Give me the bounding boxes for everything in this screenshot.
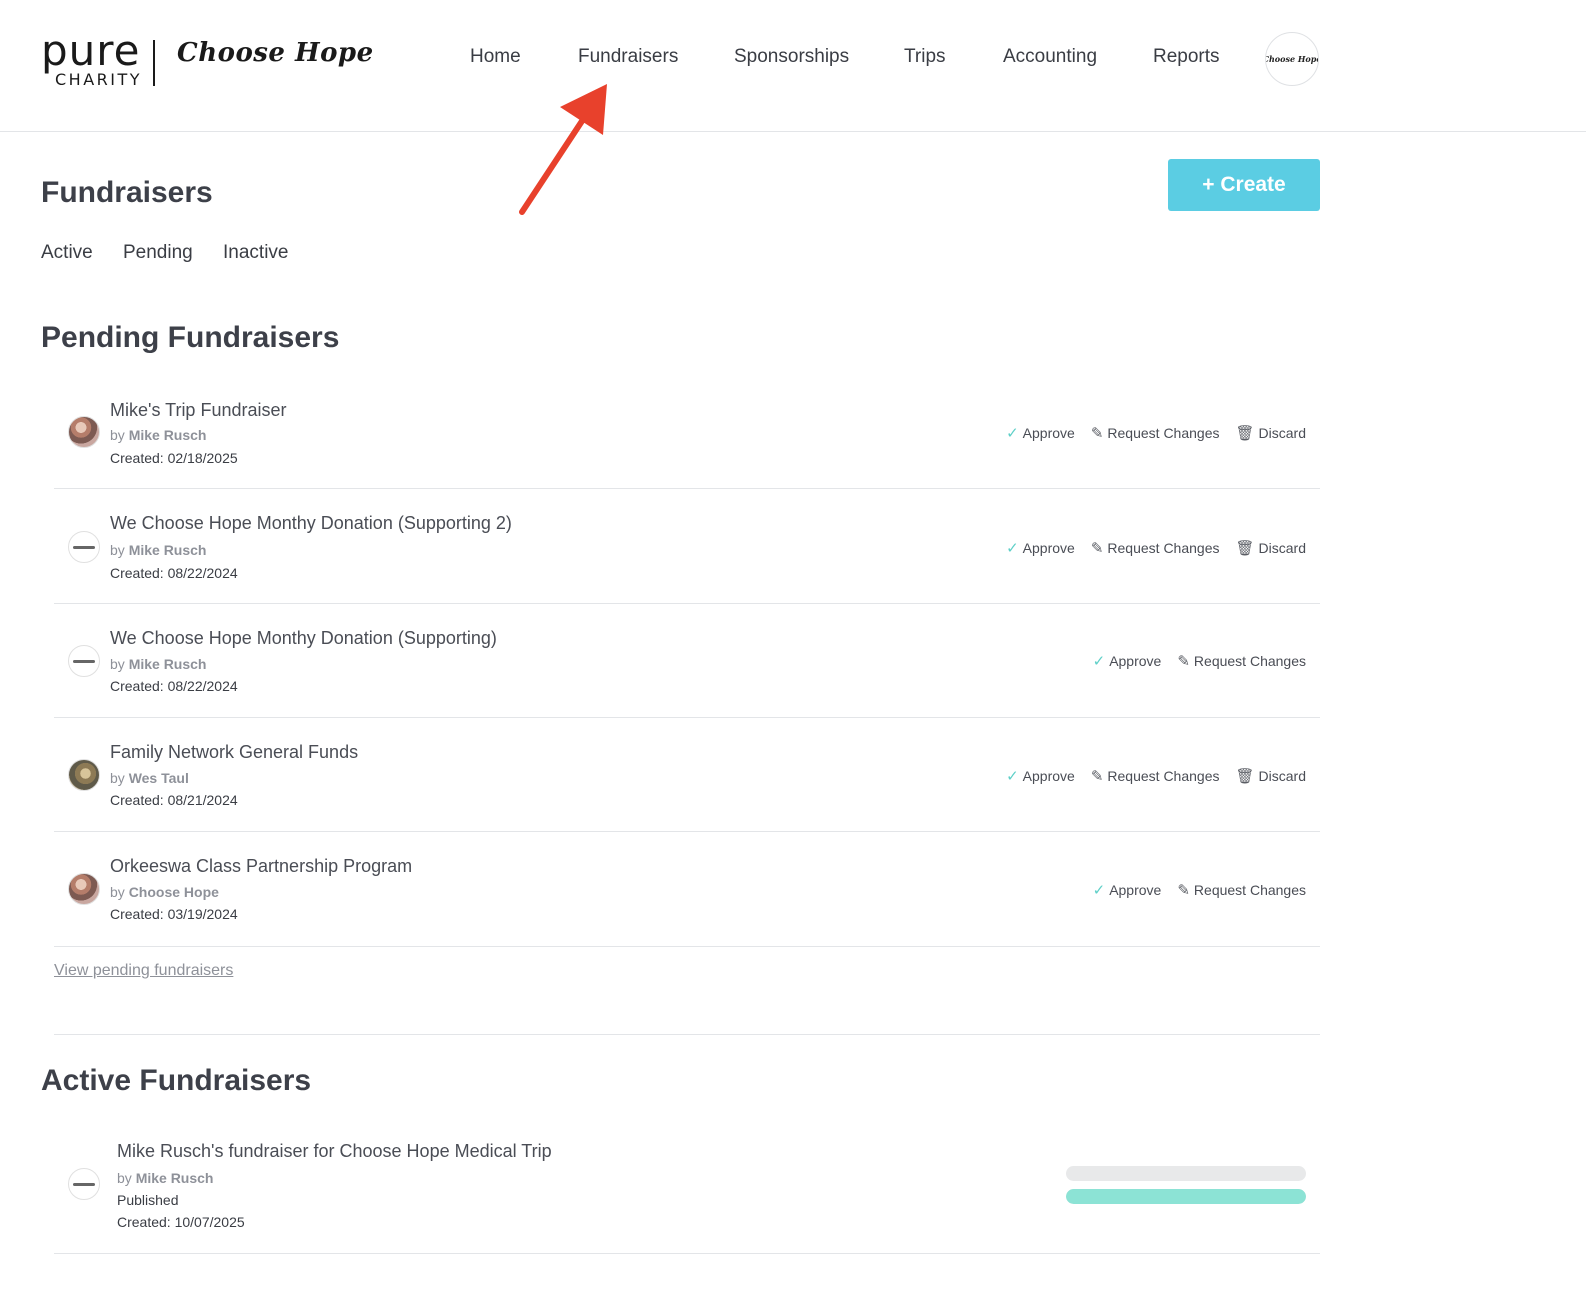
fundraiser-avatar: [68, 873, 100, 905]
logo-mark-icon: [73, 659, 95, 663]
fundraiser-author: by Mike Rusch: [110, 542, 207, 558]
pencil-icon: ✎: [1177, 881, 1190, 899]
check-icon: ✓: [1006, 767, 1019, 785]
pure-charity-logo[interactable]: pure CHARITY: [41, 28, 141, 92]
choose-hope-logo[interactable]: Choose Hope: [177, 38, 374, 68]
create-button[interactable]: + Create: [1168, 159, 1320, 211]
org-avatar[interactable]: Choose Hope: [1265, 32, 1319, 86]
fundraiser-avatar: [68, 1168, 100, 1200]
fundraiser-title[interactable]: Orkeeswa Class Partnership Program: [110, 856, 412, 877]
fundraiser-avatar: [68, 531, 100, 563]
nav-accounting[interactable]: Accounting: [1003, 46, 1097, 68]
nav-reports[interactable]: Reports: [1153, 46, 1220, 68]
active-section-title: Active Fundraisers: [41, 1064, 312, 1097]
top-header: pure CHARITY Choose Hope Home Fundraiser…: [0, 0, 1586, 132]
fundraiser-avatar: [68, 759, 100, 791]
org-avatar-text: Choose Hope: [1265, 54, 1319, 64]
pending-row: Family Network General Funds by Wes Taul…: [54, 718, 1320, 832]
fundraiser-author: by Wes Taul: [110, 770, 189, 786]
logo-pure-text: pure: [41, 26, 141, 75]
pending-row: We Choose Hope Monthy Donation (Supporti…: [54, 604, 1320, 718]
row-actions: ✓ Approve ✎ Request Changes: [1093, 651, 1306, 671]
request-changes-button[interactable]: ✎ Request Changes: [1177, 882, 1306, 898]
check-icon: ✓: [1092, 881, 1106, 899]
row-actions: ✓ Approve ✎ Request Changes 🗑 Discard: [1006, 423, 1306, 443]
fundraiser-avatar: [68, 416, 100, 448]
trash-icon: 🗑: [1235, 767, 1255, 785]
page-title: Fundraisers: [41, 176, 213, 209]
section-divider: [54, 1034, 1320, 1035]
pending-section-title: Pending Fundraisers: [41, 321, 340, 354]
approve-button[interactable]: ✓ Approve: [1006, 540, 1075, 556]
discard-button[interactable]: 🗑 Discard: [1235, 425, 1306, 441]
fundraiser-created: Created: 03/19/2024: [110, 906, 238, 922]
approve-button[interactable]: ✓ Approve: [1093, 653, 1162, 669]
fundraiser-author: by Mike Rusch: [110, 427, 207, 443]
logo-mark-icon: [73, 545, 95, 549]
fundraiser-author: by Mike Rusch: [117, 1170, 214, 1186]
fundraiser-title[interactable]: We Choose Hope Monthy Donation (Supporti…: [110, 628, 497, 649]
trash-icon: 🗑: [1235, 539, 1255, 557]
nav-fundraisers[interactable]: Fundraisers: [578, 46, 678, 68]
view-pending-link[interactable]: View pending fundraisers: [54, 962, 233, 980]
discard-button[interactable]: 🗑 Discard: [1235, 540, 1306, 556]
request-changes-button[interactable]: ✎ Request Changes: [1177, 653, 1306, 669]
fundraiser-created: Created: 08/22/2024: [110, 678, 238, 694]
row-actions: ✓ Approve ✎ Request Changes 🗑 Discard: [1006, 766, 1306, 786]
request-changes-button[interactable]: ✎ Request Changes: [1091, 540, 1220, 556]
check-icon: ✓: [1006, 424, 1019, 442]
pencil-icon: ✎: [1177, 652, 1190, 670]
active-row: Mike Rusch's fundraiser for Choose Hope …: [54, 1126, 1320, 1254]
fundraiser-title[interactable]: Mike's Trip Fundraiser: [110, 400, 286, 421]
approve-button[interactable]: ✓ Approve: [1006, 768, 1075, 784]
check-icon: ✓: [1006, 539, 1019, 557]
pencil-icon: ✎: [1090, 539, 1104, 557]
nav-trips[interactable]: Trips: [904, 46, 946, 68]
logo-divider: [153, 40, 155, 86]
nav-sponsorships[interactable]: Sponsorships: [734, 46, 849, 68]
tab-active[interactable]: Active: [41, 242, 93, 264]
progress-bar: [1066, 1189, 1306, 1204]
trash-icon: 🗑: [1235, 424, 1255, 442]
check-icon: ✓: [1092, 652, 1106, 670]
fundraiser-created: Created: 10/07/2025: [117, 1214, 245, 1230]
fundraiser-title[interactable]: Family Network General Funds: [110, 742, 358, 763]
fundraiser-avatar: [68, 645, 100, 677]
nav-home[interactable]: Home: [470, 46, 521, 68]
fundraiser-status: Published: [117, 1192, 179, 1208]
fundraiser-author: by Choose Hope: [110, 884, 219, 900]
pencil-icon: ✎: [1090, 424, 1104, 442]
progress-bar-fill: [1066, 1189, 1306, 1204]
fundraiser-created: Created: 08/21/2024: [110, 792, 238, 808]
logo-mark-icon: [73, 1182, 95, 1186]
fundraiser-created: Created: 08/22/2024: [110, 565, 238, 581]
progress-track-top: [1066, 1166, 1306, 1181]
pencil-icon: ✎: [1090, 767, 1104, 785]
tab-pending[interactable]: Pending: [123, 242, 193, 264]
tab-inactive[interactable]: Inactive: [223, 242, 288, 264]
fundraiser-author: by Mike Rusch: [110, 656, 207, 672]
approve-button[interactable]: ✓ Approve: [1006, 425, 1075, 441]
pending-row: Mike's Trip Fundraiser by Mike Rusch Cre…: [54, 380, 1320, 489]
row-actions: ✓ Approve ✎ Request Changes: [1093, 880, 1306, 900]
pending-row: Orkeeswa Class Partnership Program by Ch…: [54, 832, 1320, 947]
approve-button[interactable]: ✓ Approve: [1093, 882, 1162, 898]
discard-button[interactable]: 🗑 Discard: [1235, 768, 1306, 784]
logo-charity-text: CHARITY: [55, 70, 143, 89]
request-changes-button[interactable]: ✎ Request Changes: [1091, 425, 1220, 441]
fundraiser-title[interactable]: We Choose Hope Monthy Donation (Supporti…: [110, 513, 512, 534]
row-actions: ✓ Approve ✎ Request Changes 🗑 Discard: [1006, 538, 1306, 558]
fundraiser-title[interactable]: Mike Rusch's fundraiser for Choose Hope …: [117, 1141, 552, 1162]
pending-row: We Choose Hope Monthy Donation (Supporti…: [54, 489, 1320, 604]
fundraiser-created: Created: 02/18/2025: [110, 450, 238, 466]
request-changes-button[interactable]: ✎ Request Changes: [1091, 768, 1220, 784]
